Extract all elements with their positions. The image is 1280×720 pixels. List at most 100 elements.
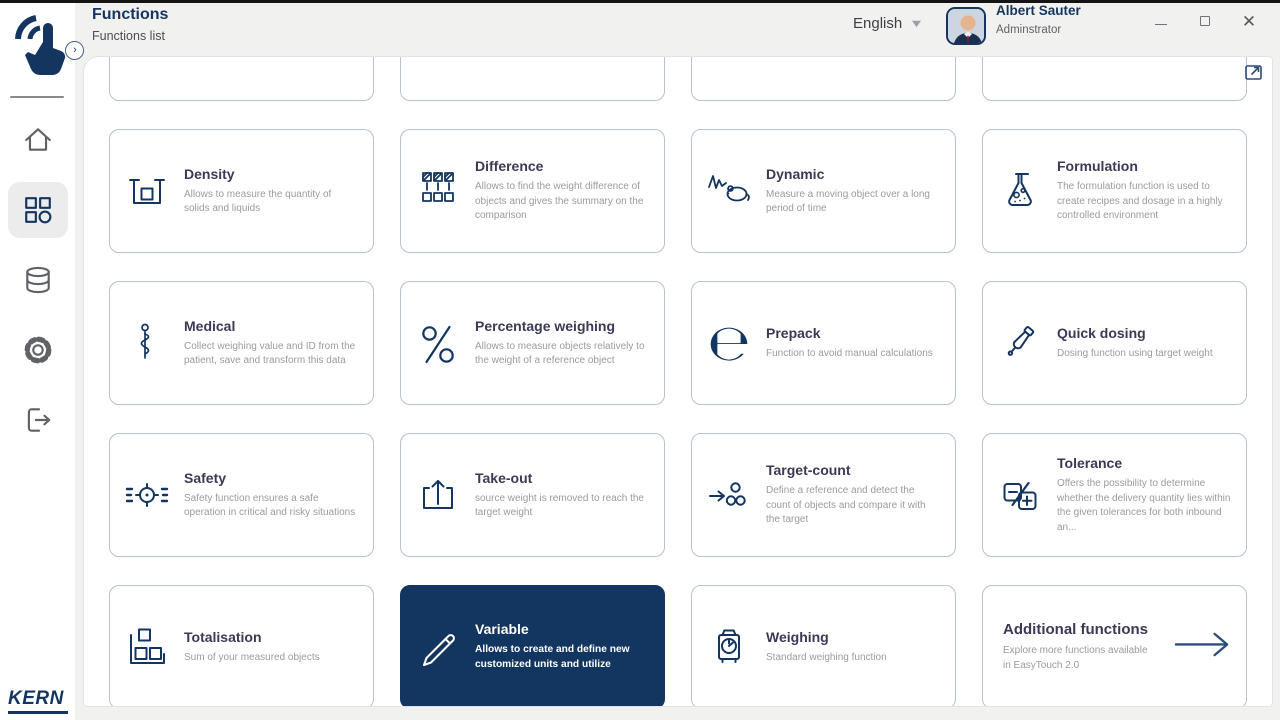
minimize-button[interactable] — [1154, 14, 1168, 28]
clipped-card[interactable] — [109, 56, 374, 101]
variable-pencil-icon — [401, 625, 475, 669]
sidebar-item-database[interactable] — [8, 252, 68, 308]
weighing-scale-icon — [692, 625, 766, 669]
card-description: source weight is removed to reach the ta… — [475, 492, 650, 521]
home-icon — [23, 125, 53, 155]
card-title: Target-count — [766, 462, 941, 478]
functions-panel: Density Allows to measure the quantity of… — [83, 56, 1273, 707]
chevron-right-icon: › — [73, 45, 77, 56]
function-card-variable[interactable]: Variable Allows to create and define new … — [400, 585, 665, 707]
function-card-prepack[interactable]: ℮Prepack Function to avoid manual calcula… — [691, 281, 956, 405]
card-description: Allows to find the weight difference of … — [475, 180, 650, 224]
function-card-percentage-weighing[interactable]: Percentage weighing Allows to measure obj… — [400, 281, 665, 405]
card-title: Formulation — [1057, 158, 1232, 174]
target-count-icon — [692, 473, 766, 517]
take-out-icon — [401, 473, 475, 517]
tolerance-icon — [983, 473, 1057, 517]
medical-staff-icon — [110, 321, 184, 365]
sidebar-collapse-button[interactable]: › — [65, 41, 84, 60]
page-subtitle: Functions list — [92, 29, 165, 43]
close-button[interactable]: ✕ — [1242, 14, 1256, 28]
function-card-medical[interactable]: Medical Collect weighing value and ID fro… — [109, 281, 374, 405]
function-card-totalisation[interactable]: Totalisation Sum of your measured objects — [109, 585, 374, 707]
maximize-button[interactable] — [1198, 14, 1212, 28]
card-title: Weighing — [766, 629, 941, 645]
card-description: Sum of your measured objects — [184, 651, 359, 666]
functions-grid: Density Allows to measure the quantity of… — [109, 56, 1247, 707]
function-card-density[interactable]: Density Allows to measure the quantity of… — [109, 129, 374, 253]
kern-logo: KERN — [8, 688, 68, 714]
card-description: Allows to measure objects relatively to … — [475, 340, 650, 369]
sidebar-item-logout[interactable] — [8, 392, 68, 448]
avatar[interactable] — [946, 7, 986, 45]
sidebar: KERN — [0, 0, 75, 720]
function-card-formulation[interactable]: Formulation The formulation function is u… — [982, 129, 1247, 253]
card-title: Safety — [184, 470, 359, 486]
safety-crosshair-icon — [110, 473, 184, 517]
database-icon — [23, 265, 53, 295]
clipped-card[interactable] — [691, 56, 956, 101]
card-title: Variable — [475, 621, 650, 637]
function-card-take-out[interactable]: Take-out source weight is removed to reac… — [400, 433, 665, 557]
header: Functions Functions list English ▼ Alber… — [75, 0, 1280, 56]
language-label: English — [853, 15, 902, 32]
card-description: Measure a moving object over a long peri… — [766, 188, 941, 217]
card-description: The formulation function is used to crea… — [1057, 180, 1232, 224]
clipped-card[interactable] — [982, 56, 1247, 101]
card-description: Safety function ensures a safe operation… — [184, 492, 359, 521]
card-title: Density — [184, 166, 359, 182]
card-title: Percentage weighing — [475, 318, 650, 334]
sidebar-item-home[interactable] — [8, 112, 68, 168]
card-title: Additional functions — [1003, 621, 1156, 638]
sidebar-divider — [10, 96, 64, 98]
sidebar-nav — [0, 112, 75, 462]
card-description: Function to avoid manual calculations — [766, 347, 941, 362]
card-description: Allows to create and define new customiz… — [475, 643, 650, 673]
user-name: Albert Sauter — [996, 3, 1081, 18]
function-card-tolerance[interactable]: Tolerance Offers the possibility to deter… — [982, 433, 1247, 557]
function-card-safety[interactable]: Safety Safety function ensures a safe ope… — [109, 433, 374, 557]
card-description: Explore more functions available in Easy… — [1003, 644, 1156, 673]
formulation-flask-icon — [983, 169, 1057, 213]
card-title: Take-out — [475, 470, 650, 486]
apps-grid-icon — [23, 195, 53, 225]
dynamic-icon — [692, 169, 766, 213]
clipped-card[interactable] — [400, 56, 665, 101]
card-title: Difference — [475, 158, 650, 174]
percentage-icon — [401, 321, 475, 365]
card-description: Define a reference and detect the count … — [766, 484, 941, 528]
function-card-additional-functions[interactable]: Additional functions Explore more functio… — [982, 585, 1247, 707]
card-description: Dosing function using target weight — [1057, 347, 1232, 362]
card-description: Allows to measure the quantity of solids… — [184, 188, 359, 217]
window-controls: ✕ — [1154, 14, 1256, 28]
card-description: Standard weighing function — [766, 651, 941, 666]
sidebar-item-settings[interactable] — [8, 322, 68, 378]
easytouch-touch-logo-icon — [10, 8, 68, 80]
page-title: Functions — [92, 6, 168, 24]
user-role: Adminstrator — [996, 24, 1061, 36]
quick-dosing-dropper-icon — [983, 321, 1057, 365]
card-title: Tolerance — [1057, 455, 1232, 471]
density-icon — [110, 169, 184, 213]
gear-icon — [23, 335, 53, 365]
totalisation-icon — [110, 625, 184, 669]
card-title: Prepack — [766, 325, 941, 341]
card-description: Offers the possibility to determine whet… — [1057, 477, 1232, 535]
logout-icon — [23, 405, 53, 435]
prepack-estimated-icon: ℮ — [692, 318, 766, 368]
window-top-edge — [0, 0, 1280, 3]
card-title: Medical — [184, 318, 359, 334]
function-card-difference[interactable]: Difference Allows to find the weight diff… — [400, 129, 665, 253]
card-description: Collect weighing value and ID from the p… — [184, 340, 359, 369]
expand-fullscreen-icon[interactable] — [1244, 62, 1263, 81]
language-selector[interactable]: English ▼ — [853, 15, 922, 32]
card-title: Totalisation — [184, 629, 359, 645]
difference-icon — [401, 169, 475, 213]
sidebar-item-functions[interactable] — [8, 182, 68, 238]
card-title: Dynamic — [766, 166, 941, 182]
function-card-target-count[interactable]: Target-count Define a reference and detec… — [691, 433, 956, 557]
arrow-right-icon — [1170, 629, 1232, 665]
function-card-dynamic[interactable]: Dynamic Measure a moving object over a lo… — [691, 129, 956, 253]
function-card-quick-dosing[interactable]: Quick dosingDosing function using target… — [982, 281, 1247, 405]
function-card-weighing[interactable]: Weighing Standard weighing function — [691, 585, 956, 707]
